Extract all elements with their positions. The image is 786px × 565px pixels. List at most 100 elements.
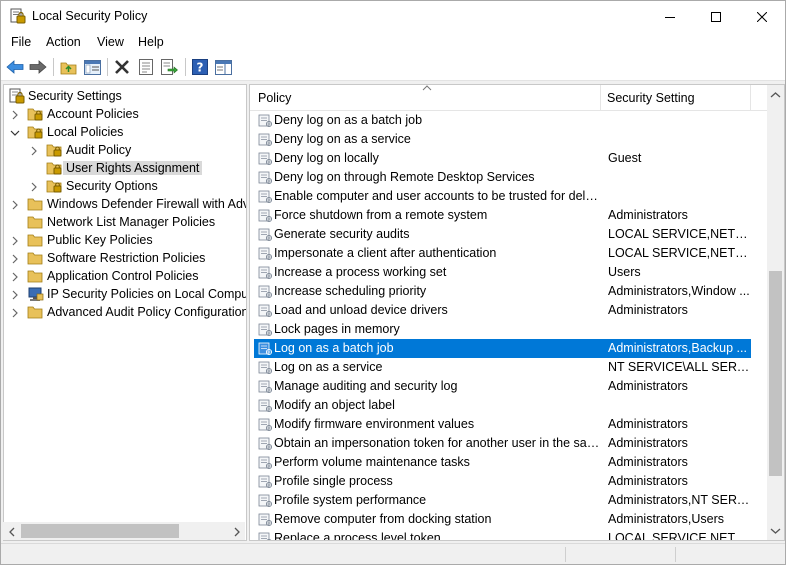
folder-icon bbox=[27, 196, 44, 212]
tree-item-user-rights-assignment[interactable]: User Rights Assignment bbox=[4, 159, 246, 177]
tree-item-local-policies[interactable]: Local Policies bbox=[4, 123, 246, 141]
properties-icon bbox=[139, 59, 153, 75]
scroll-up-icon[interactable] bbox=[770, 89, 781, 99]
chevron-right-icon[interactable] bbox=[10, 109, 20, 120]
view-pane-button[interactable] bbox=[214, 58, 232, 76]
list-item[interactable]: Obtain an impersonation token for anothe… bbox=[254, 434, 751, 453]
properties-button[interactable] bbox=[137, 58, 155, 76]
scroll-down-icon[interactable] bbox=[770, 525, 781, 535]
security-setting-value: Administrators bbox=[608, 474, 688, 488]
menu-help[interactable]: Help bbox=[138, 35, 164, 49]
policy-setting-icon bbox=[258, 512, 273, 527]
tree-item-label: Advanced Audit Policy Configuration bbox=[47, 305, 247, 319]
chevron-right-icon[interactable] bbox=[10, 289, 20, 300]
policy-setting-icon bbox=[258, 189, 273, 204]
list-item[interactable]: Profile system performance Administrators… bbox=[254, 491, 751, 510]
security-policy-icon bbox=[10, 8, 26, 25]
console-tree[interactable]: Security Settings Account Policies Local… bbox=[3, 84, 247, 541]
tree-item-application-control[interactable]: Application Control Policies bbox=[4, 267, 246, 285]
policy-name: Replace a process level token bbox=[274, 531, 441, 541]
minimize-button[interactable] bbox=[647, 1, 693, 32]
delete-button[interactable] bbox=[113, 58, 131, 76]
close-button[interactable] bbox=[739, 1, 785, 32]
list-item[interactable]: Deny log on through Remote Desktop Servi… bbox=[254, 168, 751, 187]
security-setting-value: Administrators bbox=[608, 455, 688, 469]
tree-item-ip-security[interactable]: IP Security Policies on Local Compute bbox=[4, 285, 246, 303]
security-setting-value: Administrators,Window ... bbox=[608, 284, 750, 298]
tree-item-public-key-policies[interactable]: Public Key Policies bbox=[4, 231, 246, 249]
column-header-policy[interactable]: Policy bbox=[258, 91, 291, 105]
list-item[interactable]: Load and unload device drivers Administra… bbox=[254, 301, 751, 320]
help-icon: ? bbox=[192, 59, 208, 75]
policy-setting-icon bbox=[258, 284, 273, 299]
tree-item-label: Software Restriction Policies bbox=[47, 251, 206, 265]
chevron-right-icon[interactable] bbox=[29, 181, 39, 192]
list-item[interactable]: Increase a process working set Users bbox=[254, 263, 751, 282]
list-item[interactable]: Impersonate a client after authenticatio… bbox=[254, 244, 751, 263]
tree-item-account-policies[interactable]: Account Policies bbox=[4, 105, 246, 123]
list-vertical-scrollbar[interactable] bbox=[767, 85, 784, 540]
back-button[interactable] bbox=[6, 58, 24, 76]
folder-lock-icon bbox=[27, 106, 44, 122]
list-item[interactable]: Generate security audits LOCAL SERVICE,NE… bbox=[254, 225, 751, 244]
local-security-policy-window: Local Security Policy File Action View H… bbox=[0, 0, 786, 565]
chevron-right-icon[interactable] bbox=[10, 253, 20, 264]
tree-item-windows-defender-firewall[interactable]: Windows Defender Firewall with Adva bbox=[4, 195, 246, 213]
scrollbar-thumb[interactable] bbox=[21, 524, 179, 538]
forward-button[interactable] bbox=[29, 58, 47, 76]
list-item[interactable]: Remove computer from docking station Admi… bbox=[254, 510, 751, 529]
policy-list[interactable]: Policy Security Setting Deny log on as a… bbox=[249, 84, 785, 541]
tree-item-security-settings[interactable]: Security Settings bbox=[4, 87, 246, 105]
chevron-right-icon[interactable] bbox=[10, 271, 20, 282]
list-item[interactable]: Enable computer and user accounts to be … bbox=[254, 187, 751, 206]
up-folder-button[interactable] bbox=[59, 58, 77, 76]
tree-item-advanced-audit[interactable]: Advanced Audit Policy Configuration bbox=[4, 303, 247, 321]
list-item[interactable]: Lock pages in memory bbox=[254, 320, 751, 339]
help-button[interactable]: ? bbox=[191, 58, 209, 76]
security-setting-value: NT SERVICE\ALL SERVICES bbox=[608, 360, 750, 374]
list-item[interactable]: Increase scheduling priority Administrato… bbox=[254, 282, 751, 301]
list-item[interactable]: Profile single process Administrators bbox=[254, 472, 751, 491]
list-item[interactable]: Perform volume maintenance tasks Administ… bbox=[254, 453, 751, 472]
chevron-right-icon[interactable] bbox=[10, 307, 20, 318]
list-item[interactable]: Manage auditing and security log Administ… bbox=[254, 377, 751, 396]
tree-item-network-list-manager[interactable]: Network List Manager Policies bbox=[4, 213, 246, 231]
column-header-security-setting[interactable]: Security Setting bbox=[607, 91, 695, 105]
list-item[interactable]: Deny log on locally Guest bbox=[254, 149, 751, 168]
menu-file[interactable]: File bbox=[11, 35, 31, 49]
list-item[interactable]: Log on as a batch job Administrators,Back… bbox=[254, 339, 751, 358]
menu-action[interactable]: Action bbox=[46, 35, 81, 49]
list-item[interactable]: Log on as a service NT SERVICE\ALL SERVIC… bbox=[254, 358, 751, 377]
menu-view[interactable]: View bbox=[97, 35, 124, 49]
policy-name: Profile system performance bbox=[274, 493, 427, 507]
tree-item-security-options[interactable]: Security Options bbox=[4, 177, 246, 195]
policy-setting-icon bbox=[258, 246, 273, 261]
scroll-right-icon[interactable] bbox=[232, 526, 242, 537]
scrollbar-thumb[interactable] bbox=[769, 271, 782, 476]
ip-security-icon bbox=[27, 286, 44, 302]
scroll-left-icon[interactable] bbox=[7, 526, 17, 537]
view-pane-icon bbox=[214, 59, 232, 75]
chevron-right-icon[interactable] bbox=[10, 199, 20, 210]
list-item[interactable]: Modify firmware environment values Admini… bbox=[254, 415, 751, 434]
list-item[interactable]: Modify an object label bbox=[254, 396, 751, 415]
close-icon bbox=[757, 11, 767, 22]
export-list-button[interactable] bbox=[160, 58, 178, 76]
chevron-right-icon[interactable] bbox=[29, 145, 39, 156]
list-item[interactable]: Deny log on as a service bbox=[254, 130, 751, 149]
tree-horizontal-scrollbar[interactable] bbox=[3, 522, 245, 540]
show-hide-tree-button[interactable] bbox=[83, 58, 101, 76]
tree-item-software-restriction[interactable]: Software Restriction Policies bbox=[4, 249, 246, 267]
security-setting-value: Administrators bbox=[608, 208, 688, 222]
policy-setting-icon bbox=[258, 341, 273, 356]
list-item[interactable]: Replace a process level token LOCAL SERVI… bbox=[254, 529, 751, 541]
tree-item-audit-policy[interactable]: Audit Policy bbox=[4, 141, 246, 159]
chevron-down-icon[interactable] bbox=[10, 127, 20, 137]
chevron-right-icon[interactable] bbox=[10, 235, 20, 246]
tree-item-label: Account Policies bbox=[47, 107, 139, 121]
tree-item-label: Audit Policy bbox=[66, 143, 132, 157]
list-item[interactable]: Force shutdown from a remote system Admin… bbox=[254, 206, 751, 225]
title-bar[interactable]: Local Security Policy bbox=[1, 1, 785, 32]
maximize-button[interactable] bbox=[693, 1, 739, 32]
list-item[interactable]: Deny log on as a batch job bbox=[254, 111, 751, 130]
